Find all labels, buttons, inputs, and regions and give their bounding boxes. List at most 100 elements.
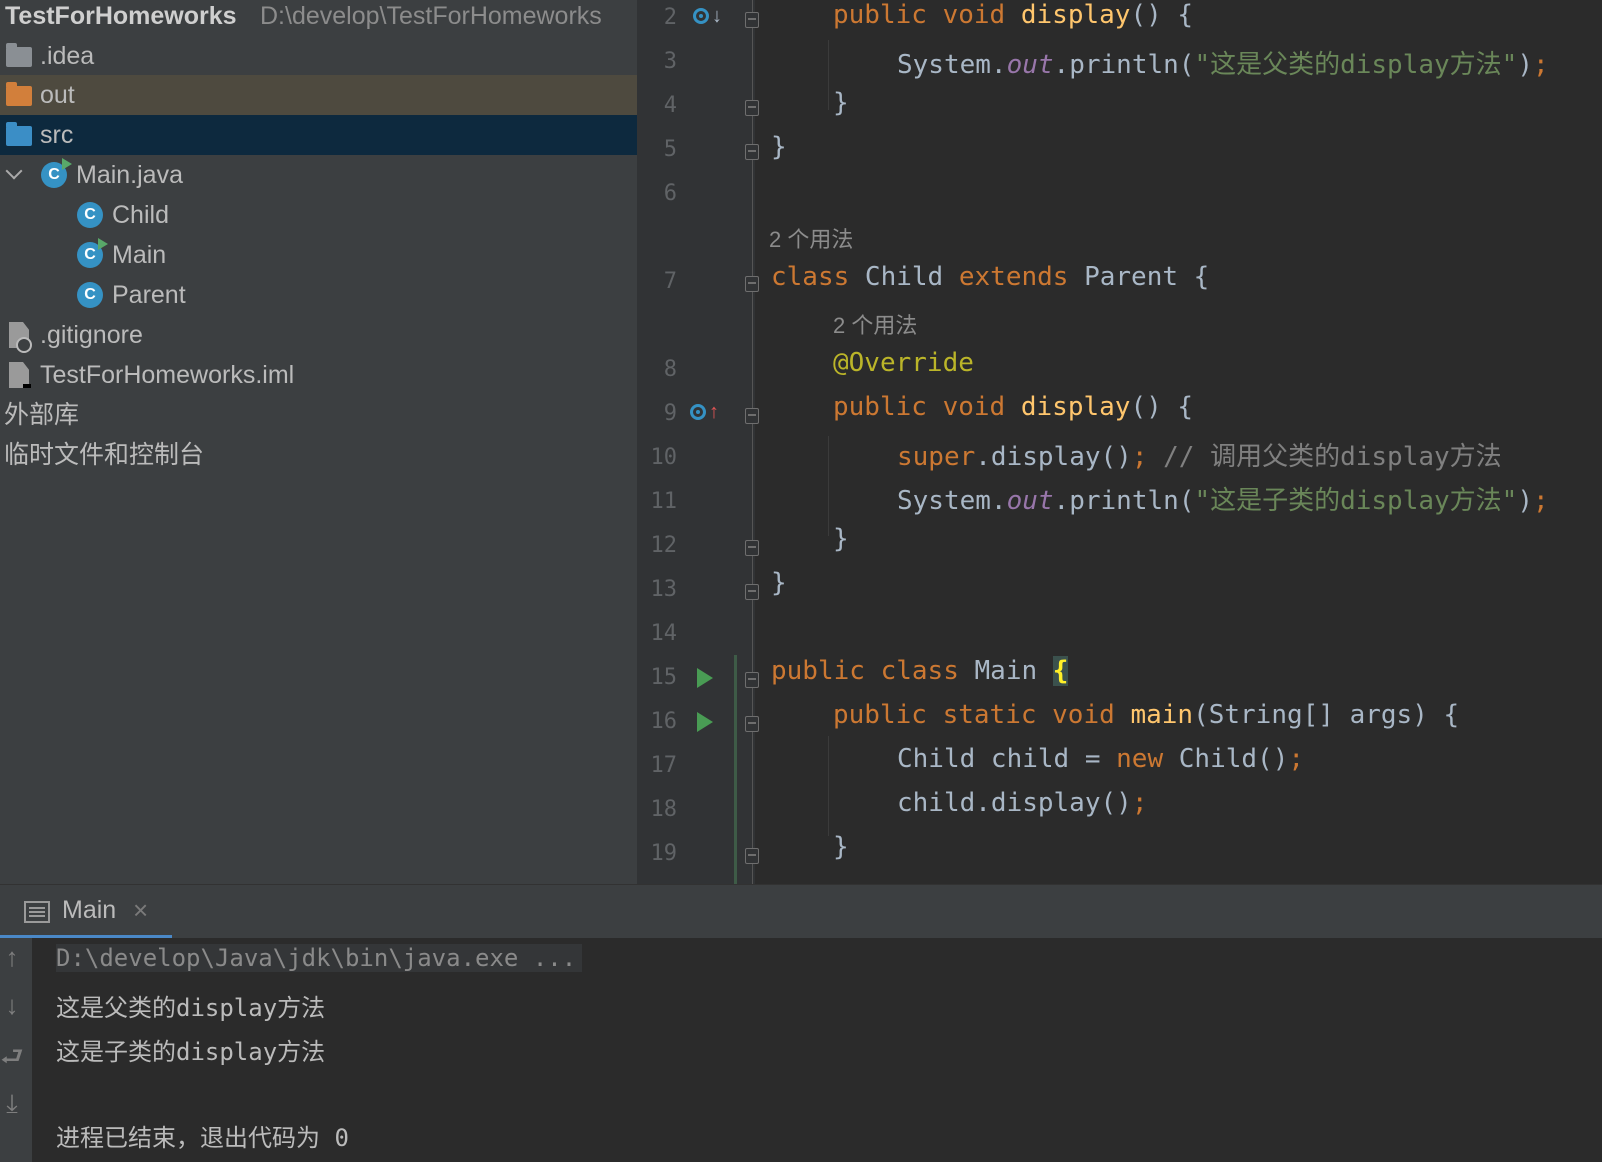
vcs-change-bar	[734, 655, 737, 884]
line-number: 19	[650, 841, 678, 866]
fold-icon[interactable]	[745, 100, 759, 116]
code-line-9: public void display() {	[833, 392, 1193, 422]
method-name: main	[1130, 700, 1194, 730]
fold-icon[interactable]	[745, 12, 759, 28]
class-icon: C	[77, 202, 103, 228]
keyword: super	[897, 442, 976, 472]
code-text: () {	[1130, 392, 1194, 422]
tree-item-label: out	[40, 81, 75, 109]
keyword: public	[833, 700, 927, 730]
line-number: 14	[650, 621, 678, 646]
fold-icon[interactable]	[745, 276, 759, 292]
usage-hint[interactable]: 2 个用法	[769, 222, 853, 254]
console-output-line: 这是子类的display方法	[56, 1038, 326, 1066]
class-letter: C	[48, 166, 60, 183]
line-number: 15	[650, 665, 678, 690]
class-icon: C	[77, 282, 103, 308]
code-text: Parent {	[1068, 262, 1210, 292]
string-literal: "这是子类的display方法"	[1194, 486, 1518, 516]
code-text: Child child =	[897, 744, 1117, 774]
ignore-mark-icon	[16, 337, 32, 353]
code-line-18: child.display();	[897, 788, 1147, 818]
tree-item-iml[interactable]: TestForHomeworks.iml	[0, 355, 637, 395]
code-line-16: public static void main(String[] args) {	[833, 700, 1459, 730]
tree-item-label: .gitignore	[40, 321, 143, 349]
fold-icon[interactable]	[745, 540, 759, 556]
keyword: extends	[958, 262, 1069, 292]
indent-guide	[828, 436, 829, 536]
keyword: void	[942, 392, 1006, 422]
line-number: 5	[663, 137, 677, 162]
editor-gutter	[637, 0, 755, 884]
tab-label: Main	[62, 896, 117, 924]
semicolon: ;	[1532, 50, 1549, 80]
keyword: new	[1116, 744, 1164, 774]
method-name: display	[1020, 392, 1131, 422]
console-toolbar: ↑ ↓ ⮐ ⤓	[0, 938, 32, 1162]
implemented-method-icon[interactable]	[693, 8, 709, 24]
code-text: .println(	[1053, 50, 1195, 80]
tree-item-label: 外部库	[4, 401, 80, 429]
code-line-8: @Override	[833, 348, 974, 378]
fold-icon[interactable]	[745, 584, 759, 600]
static-field: out	[1006, 50, 1054, 80]
run-badge-icon	[98, 238, 108, 250]
line-number: 9	[663, 401, 677, 426]
line-number: 8	[663, 357, 677, 382]
tree-item-idea[interactable]: .idea	[0, 36, 637, 76]
fold-icon[interactable]	[745, 672, 759, 688]
line-number: 17	[650, 753, 678, 778]
down-arrow-icon[interactable]: ↓	[0, 990, 24, 1021]
run-tool-window-header: Main ×	[0, 884, 1602, 939]
tree-item-parent[interactable]: C Parent	[0, 275, 637, 315]
run-icon[interactable]	[697, 668, 713, 688]
tree-item-scratches[interactable]: 临时文件和控制台	[0, 435, 637, 475]
code-text: child.display()	[897, 788, 1132, 818]
chevron-down-icon[interactable]	[5, 162, 23, 180]
code-line-2: public void display() {	[833, 0, 1193, 30]
close-icon[interactable]: ×	[133, 895, 148, 926]
up-arrow-icon[interactable]: ↑	[0, 942, 24, 973]
code-text: )	[1517, 486, 1533, 516]
keyword: static	[942, 700, 1037, 730]
tree-item-src[interactable]: src	[0, 115, 637, 155]
code-line-15: public class Main {	[771, 656, 1069, 686]
tree-item-child[interactable]: C Child	[0, 195, 637, 235]
line-number: 2	[663, 5, 677, 30]
tree-item-label: Main.java	[76, 161, 183, 189]
tree-item-out[interactable]: out	[0, 75, 637, 115]
tree-item-main[interactable]: C Main	[0, 235, 637, 275]
matched-brace: {	[1052, 656, 1069, 686]
fold-icon[interactable]	[745, 716, 759, 732]
tree-item-label: Child	[112, 201, 169, 229]
override-method-icon[interactable]	[690, 404, 706, 420]
folder-icon	[6, 43, 32, 67]
keyword: public	[833, 0, 927, 30]
tab-run-main[interactable]: Main ×	[0, 885, 172, 939]
tree-item-label: .idea	[40, 42, 95, 70]
code-comment: // 调用父类的display方法	[1147, 442, 1502, 472]
usage-hint[interactable]: 2 个用法	[833, 308, 917, 340]
fold-icon[interactable]	[745, 408, 759, 424]
semicolon: ;	[1131, 442, 1148, 472]
tree-item-main-java[interactable]: C Main.java	[0, 155, 637, 195]
run-badge-icon	[62, 158, 72, 170]
root-name: TestForHomeworks	[5, 2, 237, 30]
code-editor[interactable]: 2 3 4 5 6 7 8 9 10 11 12 13 14 15 16 17 …	[637, 0, 1602, 884]
keyword: void	[942, 0, 1006, 30]
keyword: class	[771, 262, 850, 292]
run-console[interactable]: ↑ ↓ ⮐ ⤓ D:\develop\Java\jdk\bin\java.exe…	[0, 938, 1602, 1162]
keyword: class	[880, 656, 959, 686]
fold-icon[interactable]	[745, 144, 759, 160]
tree-item-external-libraries[interactable]: 外部库	[0, 395, 637, 435]
string-literal: "这是父类的display方法"	[1194, 50, 1518, 80]
fold-icon[interactable]	[745, 848, 759, 864]
run-icon[interactable]	[697, 712, 713, 732]
soft-wrap-icon[interactable]: ⮐	[0, 1038, 24, 1082]
scroll-to-end-icon[interactable]: ⤓	[0, 1088, 24, 1120]
tree-root[interactable]: TestForHomeworks D:\develop\TestForHomew…	[0, 0, 637, 36]
tree-item-gitignore[interactable]: .gitignore	[0, 315, 637, 355]
code-text: System.	[897, 50, 1007, 80]
console-exit-line: 进程已结束，退出代码为 0	[56, 1124, 349, 1152]
code-text: .println(	[1053, 486, 1195, 516]
